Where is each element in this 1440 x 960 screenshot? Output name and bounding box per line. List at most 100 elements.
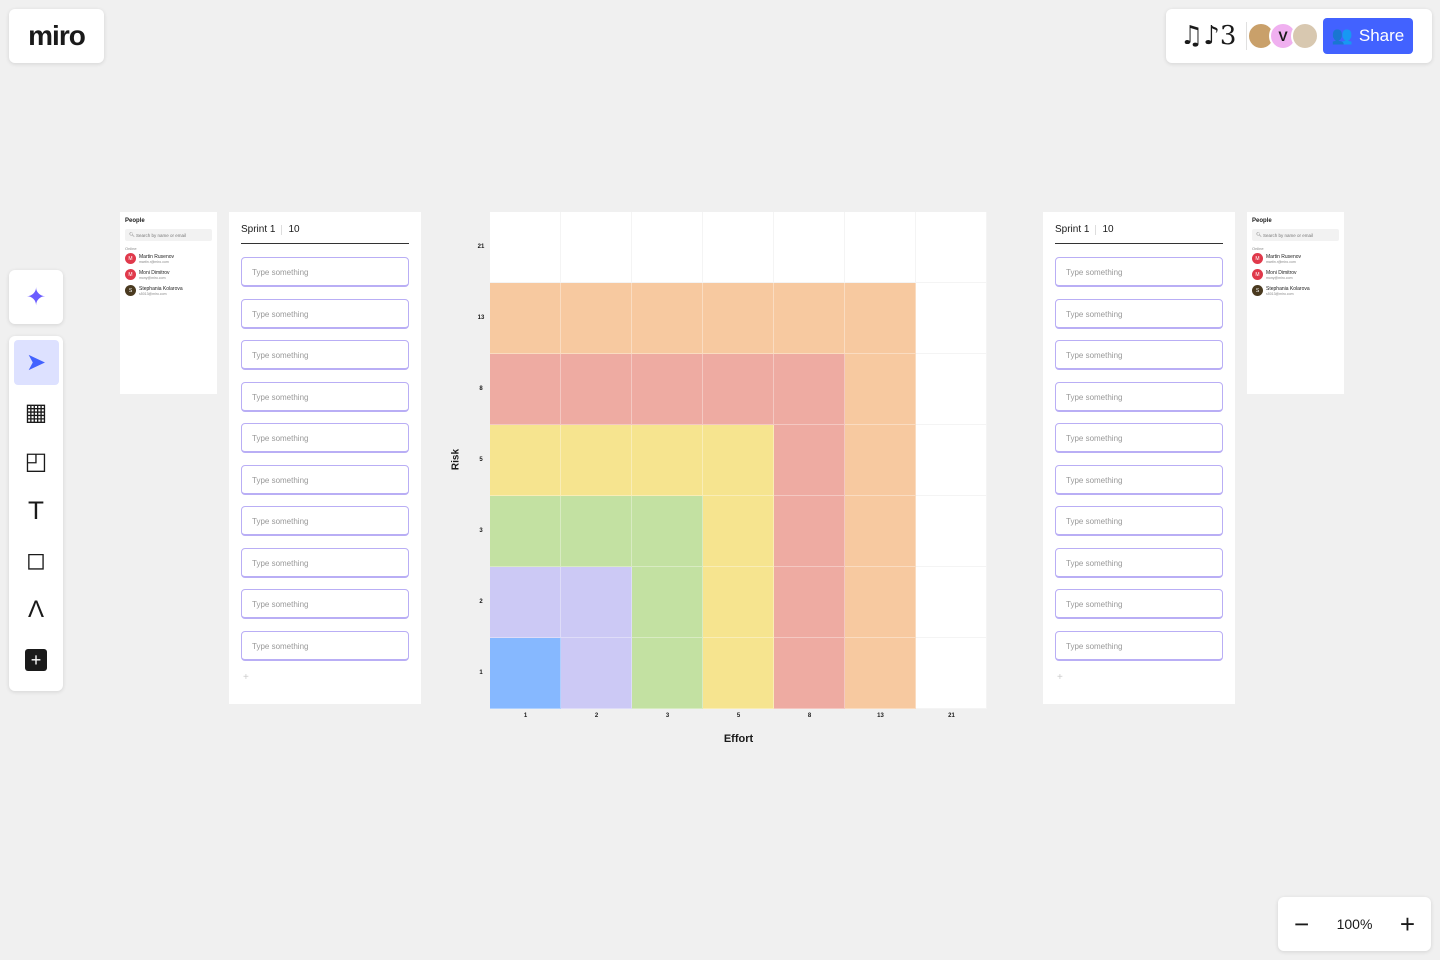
sprint-item-input[interactable]: Type something [1055, 589, 1223, 619]
matrix-cell-risk-21-effort-1 [490, 212, 561, 283]
matrix-cell-risk-8-effort-8 [774, 354, 845, 425]
sprint-item-input[interactable]: Type something [1055, 381, 1223, 412]
matrix-cell-risk-8-effort-13 [845, 354, 916, 425]
avatar: S [125, 285, 136, 296]
board-header: ♫♪3 V 👥 Share [1166, 9, 1432, 63]
board-signature-logo[interactable]: ♫♪3 [1180, 21, 1240, 51]
templates-tool[interactable]: ▦ [14, 390, 59, 435]
x-tick-label: 21 [948, 713, 955, 719]
divider [281, 224, 283, 235]
avatar: M [125, 269, 136, 280]
matrix-cell-risk-2-effort-1 [490, 567, 561, 638]
sprint-item-input[interactable]: Type something [1055, 423, 1223, 453]
miro-logo[interactable]: miro [9, 9, 104, 63]
select-tool[interactable]: ➤ [13, 340, 59, 385]
sprint-item-input[interactable]: Type something [241, 464, 409, 495]
people-search-input[interactable]: 🔍︎ Search by name or email [1252, 229, 1339, 241]
x-tick-label: 1 [523, 713, 528, 719]
sticky-note-icon: ◰ [24, 448, 48, 476]
matrix-cell-risk-1-effort-3 [632, 638, 703, 709]
person-name: Stephania Kolarova [139, 285, 183, 292]
more-tools-button[interactable]: + [14, 638, 59, 683]
person-item[interactable]: S Stephania Kolarova s5013@miro.com [125, 285, 212, 296]
matrix-cell-risk-3-effort-3 [632, 496, 703, 567]
sprint-points[interactable]: 10 [288, 224, 299, 235]
sprint-item-input[interactable]: Type something [1055, 547, 1223, 578]
matrix-cell-risk-3-effort-2 [561, 496, 632, 567]
sprint-item-input[interactable]: Type something [1055, 298, 1223, 329]
sprint-item-input[interactable]: Type something [241, 257, 409, 287]
sparkle-icon: ✦ [25, 283, 47, 311]
zoom-out-button[interactable]: − [1294, 909, 1309, 940]
shapes-tool[interactable]: ◻ [14, 538, 59, 583]
sprint-item-input[interactable]: Type something [241, 340, 409, 370]
person-name: Stephania Kolarova [1266, 285, 1310, 292]
matrix-cell-risk-8-effort-1 [490, 354, 561, 425]
person-item[interactable]: S Stephania Kolarova s5013@miro.com [1252, 285, 1339, 296]
sticky-note-tool[interactable]: ◰ [14, 439, 59, 484]
plus-square-icon: + [25, 649, 47, 672]
sprint-item-input[interactable]: Type something [241, 506, 409, 536]
matrix-cell-risk-8-effort-5 [703, 354, 774, 425]
search-placeholder: Search by name or email [135, 232, 186, 238]
sprint-item-input[interactable]: Type something [241, 381, 409, 412]
y-tick-label: 1 [479, 669, 483, 676]
person-item[interactable]: M Moni Dimitrov mony@miro.com [1252, 269, 1339, 280]
matrix-cell-risk-5-effort-2 [561, 425, 632, 496]
sprint-list: Sprint 1 10 Type something Type something Ty… [229, 212, 421, 704]
matrix-cell-risk-21-effort-2 [561, 212, 632, 283]
matrix-cell-risk-5-effort-13 [845, 425, 916, 496]
add-item-button[interactable]: + [1055, 672, 1223, 683]
person-item[interactable]: M Martin Rusenov martin.r@miro.com [1252, 253, 1339, 264]
people-search-input[interactable]: 🔍︎ Search by name or email [125, 229, 212, 241]
matrix-cell-risk-1-effort-2 [561, 638, 632, 709]
ai-sparkle-button[interactable]: ✦ [9, 270, 63, 324]
sprint-item-input[interactable]: Type something [1055, 340, 1223, 370]
sprint-item-input[interactable]: Type something [241, 547, 409, 578]
sprint-item-input[interactable]: Type something [1055, 257, 1223, 287]
sprint-points[interactable]: 10 [1102, 224, 1113, 235]
text-tool[interactable]: T [14, 489, 59, 534]
sprint-item-input[interactable]: Type something [1055, 630, 1223, 661]
sprint-item-input[interactable]: Type something [241, 423, 409, 453]
person-name: Moni Dimitrov [1266, 269, 1297, 276]
sprint-title[interactable]: Sprint 1 [1055, 224, 1089, 235]
x-tick-label: 8 [807, 713, 812, 719]
search-placeholder: Search by name or email [1262, 232, 1313, 238]
sprint-item-input[interactable]: Type something [241, 589, 409, 619]
matrix-cell-risk-13-effort-21 [916, 283, 987, 354]
matrix-cell-risk-21-effort-13 [845, 212, 916, 283]
y-tick-label: 3 [479, 527, 483, 534]
matrix-cell-risk-3-effort-8 [774, 496, 845, 567]
pen-tool[interactable]: Λ [14, 588, 59, 633]
matrix-cell-risk-3-effort-5 [703, 496, 774, 567]
y-tick-label: 5 [479, 456, 483, 463]
share-button[interactable]: 👥 Share [1323, 18, 1413, 54]
add-item-button[interactable]: + [241, 672, 409, 683]
avatar[interactable] [1291, 22, 1319, 50]
zoom-level[interactable]: 100% [1337, 916, 1373, 932]
y-tick-label: 8 [479, 385, 483, 392]
y-tick-label: 21 [477, 243, 485, 250]
matrix-cell-risk-5-effort-1 [490, 425, 561, 496]
sprint-item-input[interactable]: Type something [241, 298, 409, 329]
search-icon: 🔍︎ [129, 232, 136, 237]
sprint-item-input[interactable]: Type something [241, 630, 409, 661]
matrix-cell-risk-1-effort-13 [845, 638, 916, 709]
matrix-cell-risk-21-effort-3 [632, 212, 703, 283]
sprint-item-input[interactable]: Type something [1055, 506, 1223, 536]
sprint-item-input[interactable]: Type something [1055, 464, 1223, 495]
person-email: mony@miro.com [139, 275, 166, 280]
matrix-cell-risk-13-effort-2 [561, 283, 632, 354]
matrix-cell-risk-1-effort-21 [916, 638, 987, 709]
zoom-in-button[interactable]: + [1400, 909, 1415, 940]
person-item[interactable]: M Martin Rusenov martin.r@miro.com [125, 253, 212, 264]
person-email: martin.r@miro.com [139, 259, 169, 264]
matrix-cell-risk-8-effort-3 [632, 354, 703, 425]
avatar: M [1252, 269, 1263, 280]
person-item[interactable]: M Moni Dimitrov mony@miro.com [125, 269, 212, 280]
sprint-title[interactable]: Sprint 1 [241, 224, 275, 235]
x-tick-label: 3 [665, 713, 670, 719]
x-tick-label: 5 [736, 713, 741, 719]
people-icon: 👥 [1331, 26, 1353, 45]
